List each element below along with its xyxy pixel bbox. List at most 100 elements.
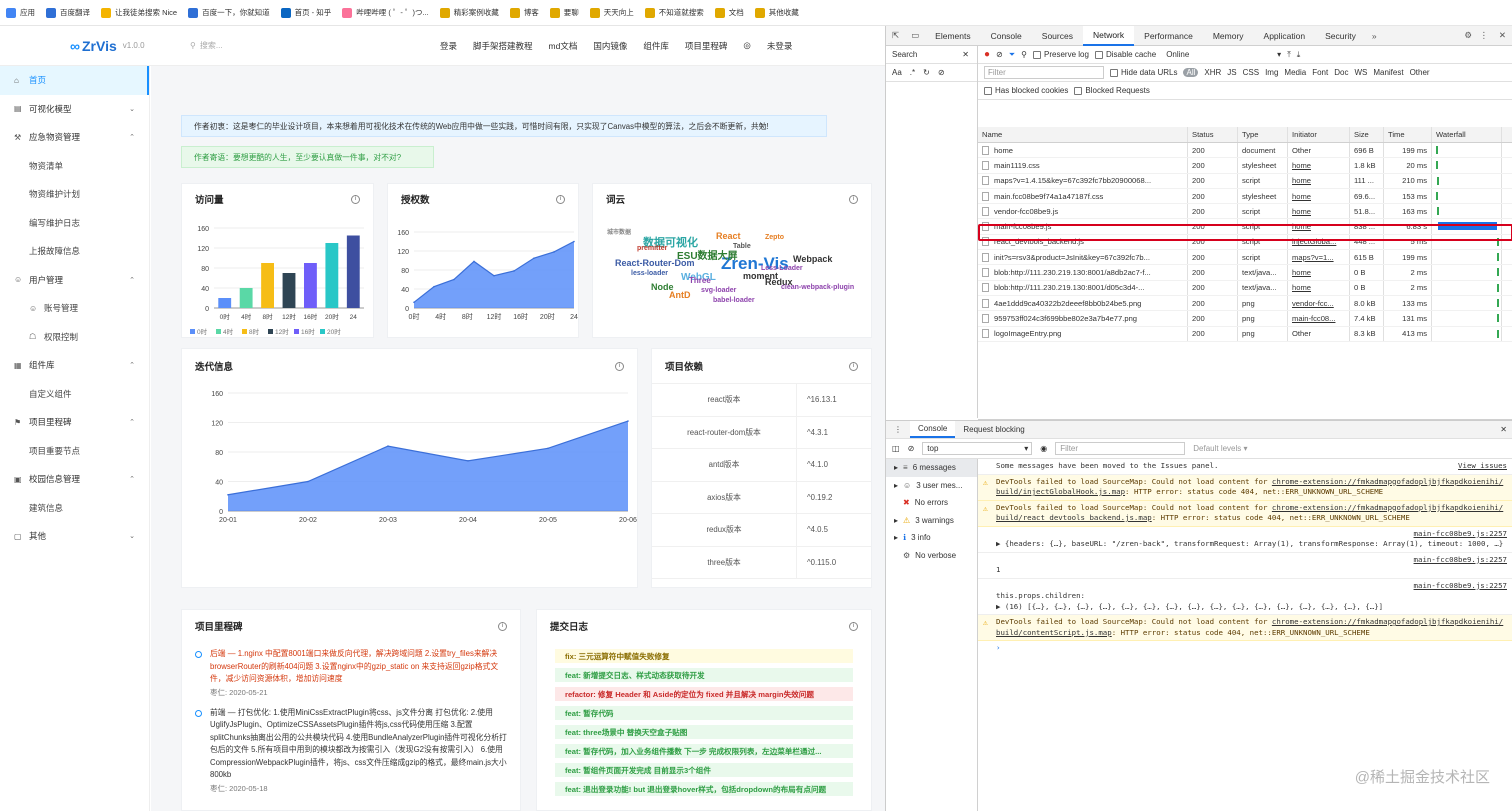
drawer-tab[interactable]: Request blocking [955, 421, 1032, 438]
sidebar-toggle-icon[interactable]: ◫ [892, 444, 900, 453]
chevron-down-icon[interactable]: ⌄ [129, 532, 135, 540]
column-header[interactable]: Initiator [1288, 127, 1350, 142]
nav-link[interactable]: 未登录 [767, 40, 793, 52]
sidebar-item[interactable]: 上报故障信息 [0, 237, 149, 266]
search-box[interactable]: ⚲ 搜索... [190, 40, 420, 51]
bookmark-item[interactable]: 不知道就搜索 [644, 7, 704, 18]
info-icon[interactable]: i [615, 361, 624, 371]
github-icon[interactable]: ◎ [743, 40, 750, 51]
bookmark-item[interactable]: 博客 [509, 7, 539, 18]
legend-label[interactable]: 0时 [197, 327, 208, 336]
console-filter-item[interactable]: ▸ ☺ 3 user mes... [886, 477, 977, 495]
sidebar-item[interactable]: ☖ 权限控制 [0, 323, 149, 352]
legend-label[interactable]: 16时 [301, 327, 315, 336]
bookmark-item[interactable]: 文档 [714, 7, 744, 18]
type-filter[interactable]: Doc [1334, 68, 1348, 77]
type-filter[interactable]: CSS [1243, 68, 1259, 77]
preserve-log-checkbox[interactable]: Preserve log [1033, 50, 1089, 59]
table-row[interactable]: init?s=rsv3&product=JsInit&key=67c392fc7… [978, 250, 1512, 266]
bookmark-item[interactable]: 应用 [6, 7, 35, 18]
type-filter[interactable]: JS [1227, 68, 1236, 77]
chevron-up-icon[interactable]: ⌃ [129, 418, 135, 426]
source-link[interactable]: main-fcc08be9.js:2257 [1414, 581, 1507, 590]
filter-icon[interactable]: ⏷ [1009, 50, 1015, 60]
column-header[interactable]: Time [1384, 127, 1432, 142]
nav-link[interactable]: 国内镜像 [593, 40, 627, 52]
search-icon[interactable]: ⚲ [1021, 50, 1027, 59]
legend-label[interactable]: 20时 [327, 327, 341, 336]
close-drawer-icon[interactable]: ✕ [1500, 425, 1507, 434]
initiator-cell[interactable]: home [1288, 188, 1350, 204]
view-issues-link[interactable]: View issues [1458, 461, 1507, 472]
devtools-tab[interactable]: Network [1082, 26, 1135, 46]
type-filter[interactable]: Manifest [1373, 68, 1403, 77]
nav-link[interactable]: 登录 [440, 40, 457, 52]
settings-icon[interactable]: ⚙ [1464, 30, 1472, 41]
hide-data-urls-checkbox[interactable]: Hide data URLs [1110, 68, 1177, 77]
sidebar-item[interactable]: ▦ 组件库 ⌃ [0, 351, 149, 380]
table-row[interactable]: blob:http://111.230.219.130:8001/a8db2ac… [978, 265, 1512, 281]
upload-icon[interactable]: ⤒ [1287, 50, 1291, 60]
chevron-down-icon[interactable]: ⌄ [129, 105, 135, 113]
message-text[interactable]: ▶ (16) [{…}, {…}, {…}, {…}, {…}, {…}, {…… [996, 602, 1507, 613]
bookmark-item[interactable]: 首页 - 知乎 [280, 7, 331, 18]
sidebar-item[interactable]: 物资清单 [0, 152, 149, 181]
sidebar-item[interactable]: 项目重要节点 [0, 437, 149, 466]
nav-link[interactable]: 项目里程碑 [685, 40, 728, 52]
column-header[interactable]: Status [1188, 127, 1238, 142]
clear-log-icon[interactable]: ⊘ [996, 50, 1003, 59]
sidebar-item[interactable]: ▢ 其他 ⌄ [0, 522, 149, 551]
console-filter-input[interactable]: Filter [1055, 442, 1186, 455]
nav-link[interactable]: 组件库 [643, 40, 669, 52]
bookmark-item[interactable]: 百度翻译 [46, 7, 90, 18]
table-row[interactable]: 959753ff024c3f699bbe802e3a7b4e77.png 200 p… [978, 311, 1512, 327]
device-toggle-icon[interactable]: ▭ [905, 30, 925, 41]
sidebar-item[interactable]: 建筑信息 [0, 494, 149, 523]
sidebar-item[interactable]: 自定义组件 [0, 380, 149, 409]
console-filter-item[interactable]: ▸ ≡ 6 messages [886, 459, 977, 477]
table-row[interactable]: main1119.css 200 stylesheet home 1.8 kB 20 ms [978, 158, 1512, 174]
throttle-select[interactable]: Online ▾ [1166, 50, 1281, 59]
initiator-cell[interactable]: home [1288, 280, 1350, 295]
bookmark-item[interactable]: 哔哩哔哩 ( ゜- ゜)つ... [342, 7, 429, 18]
console-filter-item[interactable]: ⚙ No verbose [886, 547, 977, 565]
bookmark-item[interactable]: 精彩案例收藏 [439, 7, 499, 18]
type-filter[interactable]: Font [1312, 68, 1328, 77]
table-row[interactable]: main.fcc08be9f74a1a47187f.css 200 styleshe… [978, 188, 1512, 205]
sidebar-item[interactable]: ☺ 账号管理 [0, 294, 149, 323]
initiator-cell[interactable]: home [1288, 158, 1350, 173]
download-icon[interactable]: ⤓ [1297, 50, 1301, 60]
initiator-cell[interactable]: vendor-fcc... [1288, 295, 1350, 311]
table-row[interactable]: home 200 document Other 696 B 199 ms [978, 143, 1512, 159]
record-icon[interactable]: ● [984, 49, 990, 60]
logo[interactable]: ∞ ZrVis v1.0.0 [70, 38, 190, 54]
info-icon[interactable]: i [556, 194, 565, 204]
inspect-icon[interactable]: ⇱ [886, 30, 905, 41]
bookmark-item[interactable]: 百度一下，你就知道 [188, 7, 270, 18]
console-filter-item[interactable]: ▸ ⚠ 3 warnings [886, 512, 977, 530]
sidebar-item[interactable]: ⌂ 首页 [0, 66, 149, 95]
initiator-cell[interactable]: home [1288, 173, 1350, 188]
devtools-tab[interactable]: Sources [1032, 26, 1083, 46]
table-row[interactable]: logoImageEntry.png 200 png Other 8.3 kB 413 m… [978, 326, 1512, 342]
devtools-tab[interactable]: Console [981, 26, 1032, 46]
legend-label[interactable]: 12时 [275, 327, 289, 336]
info-icon[interactable]: i [351, 194, 360, 204]
chevron-up-icon[interactable]: ⌃ [129, 133, 135, 141]
context-select[interactable]: top ▾ [922, 442, 1033, 455]
type-filter[interactable]: Media [1284, 68, 1306, 77]
column-header[interactable]: Name [978, 127, 1188, 142]
search-input[interactable]: 搜索... [200, 40, 223, 51]
message-text[interactable]: 1 [996, 565, 1507, 576]
console-prompt[interactable]: › [978, 641, 1512, 656]
console-filter-item[interactable]: ▸ ℹ 3 info [886, 529, 977, 547]
type-filter[interactable]: All [1183, 68, 1199, 77]
info-icon[interactable]: i [498, 621, 507, 631]
type-filter[interactable]: Img [1265, 68, 1278, 77]
chevron-up-icon[interactable]: ⌃ [129, 475, 135, 483]
filter-input[interactable]: Filter [984, 66, 1104, 79]
more-tabs-icon[interactable]: » [1366, 31, 1383, 41]
eye-icon[interactable]: ◉ [1040, 444, 1047, 453]
blocked-cookies-checkbox[interactable]: Has blocked cookies [984, 86, 1068, 95]
type-filter[interactable]: Other [1410, 68, 1430, 77]
